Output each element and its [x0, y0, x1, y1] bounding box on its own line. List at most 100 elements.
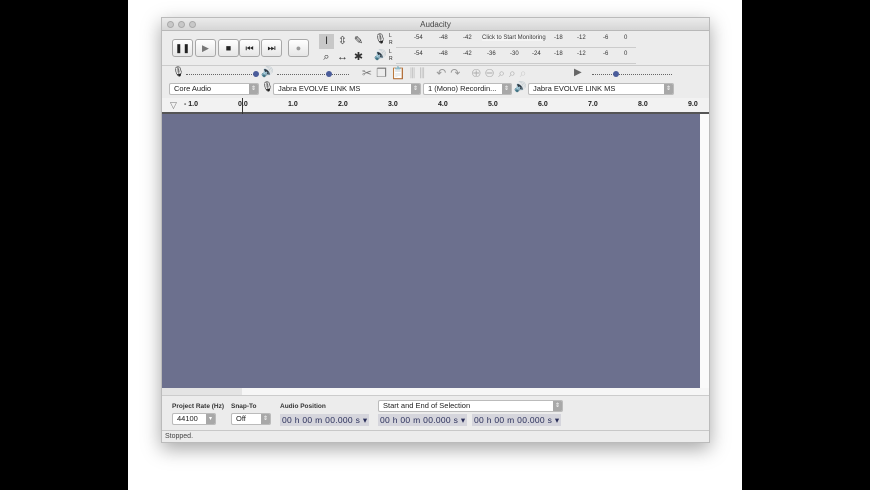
- play-head[interactable]: [242, 98, 243, 114]
- silence-icon[interactable]: ⫼: [419, 66, 429, 80]
- selection-start-field[interactable]: 00 h 00 m 00.000 s ▾: [378, 414, 467, 426]
- paste-icon[interactable]: 📋: [391, 66, 410, 80]
- meter-label: -36: [487, 51, 496, 57]
- zoom-in-icon[interactable]: ⊕: [472, 66, 485, 80]
- skip-to-end-button[interactable]: ⏭: [261, 39, 282, 57]
- microphone-icon: 🎙: [374, 34, 387, 45]
- playback-meter-channels: LR: [389, 49, 393, 63]
- recording-volume-slider[interactable]: [186, 74, 258, 75]
- click-to-start-monitoring[interactable]: Click to Start Monitoring: [482, 35, 546, 41]
- timeline-ruler[interactable]: ▽ - 1.0 0.0 1.0 2.0 3.0 4.0 5.0 6.0 7.0 …: [162, 98, 709, 114]
- timeline-menu-triangle-icon[interactable]: ▽: [170, 100, 177, 111]
- channel-l: L: [389, 49, 392, 55]
- ruler-tick: - 1.0: [184, 101, 199, 108]
- chevron-updown-icon: ⇕: [249, 84, 258, 94]
- redo-icon[interactable]: ↷: [450, 66, 464, 80]
- ruler-tick: 1.0: [288, 101, 298, 108]
- selection-mode-select[interactable]: Start and End of Selection ⇕: [378, 400, 563, 412]
- envelope-tool[interactable]: ⇳: [335, 34, 350, 49]
- speaker-icon: 🔊: [514, 82, 527, 93]
- meter-label: 0: [624, 51, 628, 57]
- project-rate-value: 44100: [177, 414, 198, 423]
- vertical-scrollbar[interactable]: [700, 114, 709, 388]
- meter-label: -42: [463, 51, 472, 57]
- close-button[interactable]: [167, 21, 174, 28]
- ruler-tick: 4.0: [438, 101, 448, 108]
- playback-device-select[interactable]: Jabra EVOLVE LINK MS ⇕: [528, 83, 674, 95]
- scrollbar-thumb[interactable]: [162, 388, 242, 395]
- zoom-button[interactable]: [189, 21, 196, 28]
- selection-start-value: 00 h 00 m 00.000 s: [380, 415, 459, 425]
- status-text: Stopped.: [165, 433, 194, 440]
- ruler-tick: 5.0: [488, 101, 498, 108]
- trim-icon[interactable]: ⫼: [410, 66, 420, 80]
- mic-volume-icon: 🎙: [172, 67, 185, 78]
- channel-r: R: [389, 40, 393, 46]
- meter-label: -6: [603, 35, 609, 41]
- project-rate-combo[interactable]: 44100 ▾: [172, 413, 216, 425]
- track-area[interactable]: [162, 114, 700, 388]
- meter-label: -30: [510, 51, 519, 57]
- recording-channels-value: 1 (Mono) Recordin...: [428, 84, 497, 93]
- title-bar: Audacity: [162, 18, 709, 31]
- chevron-updown-icon: ⇕: [411, 84, 420, 94]
- audio-host-select[interactable]: Core Audio ⇕: [169, 83, 259, 95]
- slider-thumb[interactable]: [326, 71, 332, 77]
- horizontal-scrollbar[interactable]: [162, 388, 709, 396]
- chevron-updown-icon: ⇕: [261, 414, 270, 424]
- microphone-icon: 🎙: [261, 82, 274, 93]
- minimize-button[interactable]: [178, 21, 185, 28]
- recording-channels-select[interactable]: 1 (Mono) Recordin... ⇕: [423, 83, 512, 95]
- meter-label: -24: [532, 51, 541, 57]
- copy-icon[interactable]: ❐: [376, 66, 391, 80]
- slider-thumb[interactable]: [613, 71, 619, 77]
- playback-volume-slider[interactable]: [277, 74, 349, 75]
- cut-icon[interactable]: ✂: [362, 66, 376, 80]
- undo-icon[interactable]: ↶: [436, 66, 450, 80]
- slider-thumb[interactable]: [253, 71, 259, 77]
- selection-tool[interactable]: I: [319, 34, 334, 49]
- recording-device-select[interactable]: Jabra EVOLVE LINK MS ⇕: [273, 83, 421, 95]
- fit-selection-icon[interactable]: ⌕: [498, 66, 509, 80]
- meter-label: -42: [463, 35, 472, 41]
- chevron-down-icon: ▾: [206, 414, 215, 424]
- ruler-tick: 6.0: [538, 101, 548, 108]
- ruler-tick: 9.0: [688, 101, 698, 108]
- multi-tool[interactable]: ✱: [351, 50, 366, 65]
- selection-mode-value: Start and End of Selection: [383, 401, 471, 410]
- play-at-speed-icon[interactable]: ▶: [574, 67, 582, 78]
- meter-label: -54: [414, 35, 423, 41]
- pause-button[interactable]: ❚❚: [172, 39, 193, 57]
- fit-project-icon[interactable]: ⌕: [509, 66, 520, 80]
- chevron-updown-icon: ⇕: [553, 401, 562, 411]
- ruler-tick: 8.0: [638, 101, 648, 108]
- record-meter[interactable]: -54 -48 -42 Click to Start Monitoring -1…: [396, 33, 636, 48]
- play-button[interactable]: ▶: [195, 39, 216, 57]
- audio-position-field[interactable]: 00 h 00 m 00.000 s ▾: [280, 414, 369, 426]
- record-button[interactable]: ●: [288, 39, 309, 57]
- stop-button[interactable]: ■: [218, 39, 239, 57]
- record-meter-channels: LR: [389, 33, 393, 47]
- meter-label: -6: [603, 51, 609, 57]
- chevron-updown-icon: ⇕: [502, 84, 511, 94]
- playback-meter[interactable]: -54 -48 -42 -36 -30 -24 -18 -12 -6 0: [396, 49, 636, 64]
- skip-to-start-button[interactable]: ⏮: [239, 39, 260, 57]
- ruler-tick: 7.0: [588, 101, 598, 108]
- selection-end-field[interactable]: 00 h 00 m 00.000 s ▾: [472, 414, 561, 426]
- zoom-toggle-icon[interactable]: ⌕: [520, 66, 531, 80]
- ruler-tick: 2.0: [338, 101, 348, 108]
- zoom-out-icon[interactable]: ⊖: [485, 66, 498, 80]
- snap-to-label: Snap-To: [231, 403, 257, 410]
- speaker-icon: 🔊: [374, 50, 387, 61]
- edit-toolbar[interactable]: ✂❐📋⫼⫼ ↶↷ ⊕⊖⌕⌕⌕: [362, 66, 530, 81]
- project-rate-label: Project Rate (Hz): [172, 403, 225, 410]
- audacity-window: Audacity ❚❚ ▶ ■ ⏮ ⏭ ● I ⇳ ✎ ⌕ ↔ ✱ 🎙 🔊 LR…: [161, 17, 710, 443]
- play-speed-slider[interactable]: [592, 74, 672, 75]
- chevron-updown-icon: ⇕: [664, 84, 673, 94]
- status-bar: Stopped.: [162, 430, 709, 443]
- meter-label: -12: [577, 51, 586, 57]
- draw-tool[interactable]: ✎: [351, 34, 366, 49]
- snap-to-select[interactable]: Off ⇕: [231, 413, 271, 425]
- zoom-tool[interactable]: ⌕: [319, 50, 334, 65]
- time-shift-tool[interactable]: ↔: [335, 50, 350, 65]
